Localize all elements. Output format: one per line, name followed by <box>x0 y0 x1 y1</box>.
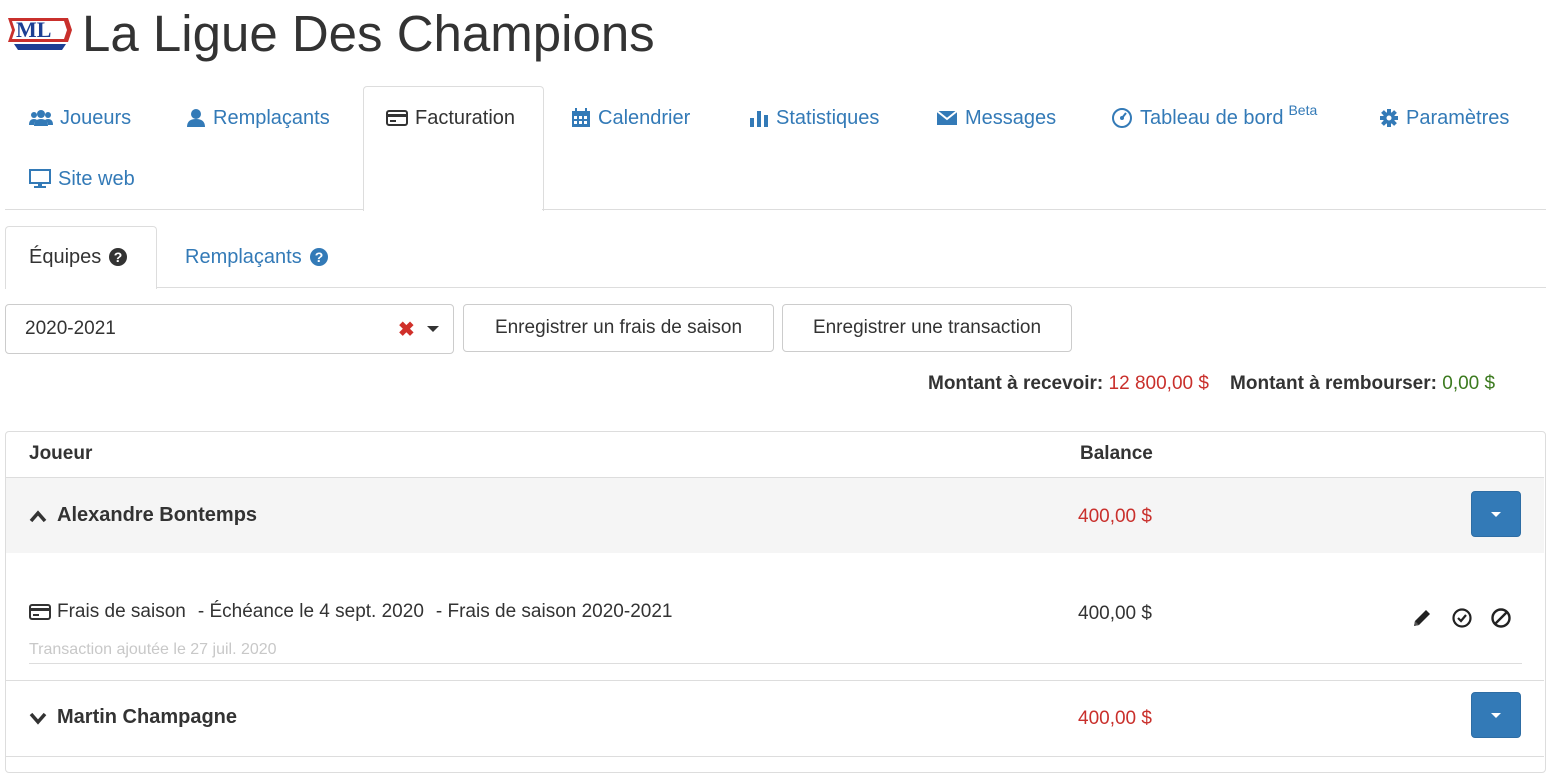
nav-tab-label: Facturation <box>415 106 516 129</box>
nav-tab-calendrier[interactable]: Calendrier <box>571 103 690 133</box>
caret-down-icon[interactable] <box>427 326 439 332</box>
transaction-added-date: Transaction ajoutée le 27 juil. 2020 <box>29 641 277 658</box>
nav-tab-messages[interactable]: Messages <box>936 103 1056 133</box>
nav-tab-parametres[interactable]: Paramètres <box>1379 103 1509 133</box>
nav-tab-remplacants[interactable]: Remplaçants <box>186 103 330 133</box>
nav-tab-label: Joueurs <box>60 106 132 129</box>
calendar-icon <box>572 108 590 127</box>
envelope-icon <box>936 110 958 125</box>
totals-summary: Montant à recevoir: 12 800,00 $ Montant … <box>928 373 1495 395</box>
chevron-down-icon[interactable] <box>29 711 47 725</box>
refund-label: Montant à rembourser: <box>1230 373 1437 394</box>
subtab-remplacants[interactable]: Remplaçants ? <box>185 242 329 272</box>
row-actions-dropdown-button[interactable] <box>1471 491 1521 537</box>
subtab-equipes[interactable]: Équipes ? <box>29 242 128 272</box>
refund-amount: 0,00 $ <box>1442 373 1496 394</box>
nav-tab-tableau-de-bord[interactable]: Tableau de bord Beta <box>1111 102 1318 133</box>
transaction-amount: 400,00 $ <box>1078 603 1152 624</box>
subtab-divider <box>5 287 1546 288</box>
nav-tab-facturation[interactable]: Facturation <box>386 103 515 133</box>
season-select[interactable]: 2020-2021 ✖ <box>5 304 454 354</box>
player-row-toggle[interactable]: Alexandre Bontemps <box>29 504 257 527</box>
cancel-ban-icon[interactable] <box>1490 607 1512 629</box>
league-logo: ML <box>6 10 74 54</box>
record-season-fee-button[interactable]: Enregistrer un frais de saison <box>463 304 774 352</box>
nav-tab-label: Calendrier <box>598 106 691 129</box>
player-name: Alexandre Bontemps <box>57 504 258 526</box>
subtab-label: Équipes <box>29 245 102 268</box>
player-name: Martin Champagne <box>57 706 238 728</box>
clear-selection-icon[interactable]: ✖ <box>398 317 415 342</box>
edit-pencil-icon[interactable] <box>1411 607 1433 629</box>
nav-tab-site-web[interactable]: Site web <box>29 164 135 194</box>
credit-card-icon <box>29 604 51 620</box>
nav-tab-label: Statistiques <box>776 106 880 129</box>
beta-badge: Beta <box>1288 102 1318 118</box>
app-title: La Ligue Des Champions <box>82 5 655 62</box>
bar-chart-icon <box>750 111 768 127</box>
svg-text:?: ? <box>314 249 323 265</box>
nav-tab-statistiques[interactable]: Statistiques <box>749 103 879 133</box>
credit-card-icon <box>386 110 408 126</box>
transaction-description: - Frais de saison 2020-2021 <box>435 601 673 622</box>
nav-tab-joueurs[interactable]: Joueurs <box>29 103 131 133</box>
dashboard-icon <box>1112 108 1132 128</box>
subtab-label: Remplaçants <box>185 245 302 268</box>
row-actions-dropdown-button[interactable] <box>1471 692 1521 738</box>
nav-divider <box>5 209 1546 210</box>
receivable-amount: 12 800,00 $ <box>1108 373 1209 394</box>
monitor-icon <box>29 169 51 188</box>
transaction-type: Frais de saison <box>57 601 186 622</box>
player-row-toggle[interactable]: Martin Champagne <box>29 706 237 729</box>
player-balance: 400,00 $ <box>1078 506 1152 527</box>
nav-tab-label: Tableau de bord <box>1140 106 1284 129</box>
season-select-value: 2020-2021 <box>25 318 116 339</box>
column-header-player: Joueur <box>29 443 93 464</box>
help-icon[interactable]: ? <box>309 247 329 267</box>
nav-tab-label: Paramètres <box>1406 106 1510 129</box>
transaction-due-date: - Échéance le 4 sept. 2020 <box>197 601 424 622</box>
mark-paid-check-icon[interactable] <box>1451 607 1473 629</box>
transaction-divider <box>29 663 1522 664</box>
player-balance: 400,00 $ <box>1078 708 1152 729</box>
nav-tab-label: Site web <box>58 167 135 190</box>
users-icon <box>29 110 53 126</box>
help-icon[interactable]: ? <box>108 247 128 267</box>
transaction-line: Frais de saison - Échéance le 4 sept. 20… <box>29 601 672 623</box>
logo-text: ML <box>16 17 51 42</box>
record-transaction-button[interactable]: Enregistrer une transaction <box>782 304 1072 352</box>
gear-icon <box>1380 109 1398 127</box>
user-icon <box>187 109 205 127</box>
chevron-up-icon[interactable] <box>29 509 47 523</box>
receivable-label: Montant à recevoir: <box>928 373 1104 394</box>
column-header-balance: Balance <box>1080 443 1153 464</box>
svg-text:?: ? <box>114 249 123 265</box>
nav-tab-label: Messages <box>965 106 1057 129</box>
nav-tab-label: Remplaçants <box>213 106 330 129</box>
